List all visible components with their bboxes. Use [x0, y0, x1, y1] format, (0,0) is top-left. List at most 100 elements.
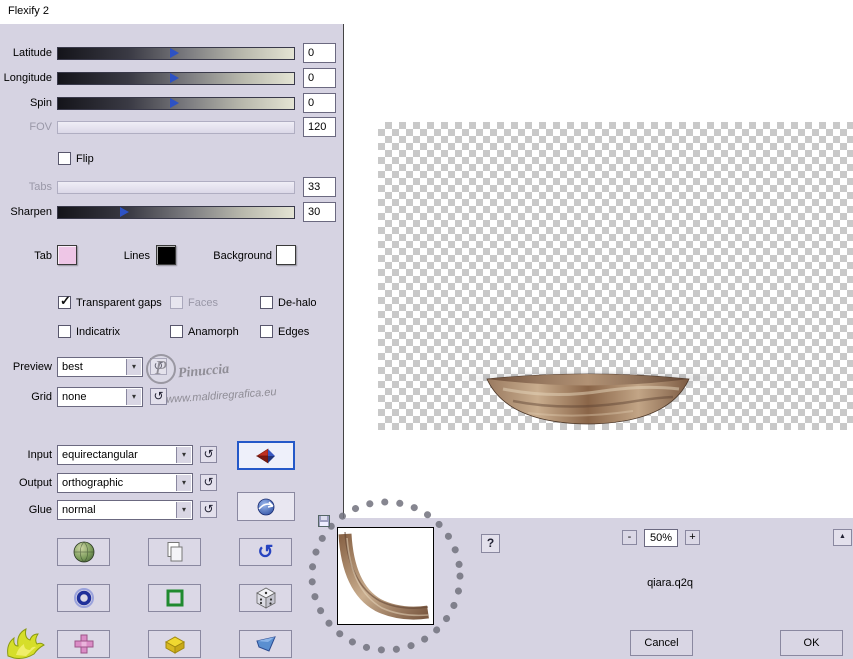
latitude-slider[interactable] — [57, 47, 295, 60]
sphere-swirl-icon — [257, 498, 275, 515]
spin-value[interactable]: 0 — [303, 93, 336, 113]
output-dropdown-label: Output — [18, 477, 52, 489]
window-title: Flexify 2 — [8, 5, 49, 17]
glue-shape-button[interactable] — [237, 492, 295, 521]
grid-dropdown-value: none — [62, 391, 87, 403]
anamorph-checkbox[interactable]: ✓ — [170, 325, 183, 338]
output-reset-button[interactable]: ↺ — [200, 474, 217, 491]
package-button[interactable] — [148, 630, 201, 658]
source-thumbnail[interactable] — [337, 527, 434, 625]
rendered-bowl-image — [486, 373, 690, 425]
grid-dropdown[interactable]: none ▾ — [57, 387, 143, 407]
sharpen-slider[interactable] — [57, 206, 295, 219]
sharpen-value[interactable]: 30 — [303, 202, 336, 222]
title-bar: Flexify 2 — [0, 0, 853, 24]
tab-color-swatch[interactable] — [57, 245, 77, 265]
longitude-slider[interactable] — [57, 72, 295, 85]
fov-value[interactable]: 120 — [303, 117, 336, 137]
longitude-value[interactable]: 0 — [303, 68, 336, 88]
chevron-down-icon[interactable]: ▾ — [176, 502, 191, 518]
transparent-gaps-label: Transparent gaps — [76, 297, 162, 309]
green-square-icon — [166, 589, 183, 607]
globe-icon — [73, 541, 94, 563]
puzzle-button[interactable] — [57, 630, 110, 658]
fov-slider — [57, 121, 295, 134]
frame-button[interactable] — [148, 584, 201, 612]
flame-icon — [7, 628, 45, 659]
indicatrix-checkbox[interactable]: ✓ — [58, 325, 71, 338]
minus-icon: - — [627, 531, 632, 543]
edges-checkbox[interactable]: ✓ — [260, 325, 273, 338]
latitude-value[interactable]: 0 — [303, 43, 336, 63]
undo-icon: ↺ — [203, 447, 214, 461]
input-dropdown-label: Input — [27, 449, 52, 461]
undo-arrow-icon: ↺ — [257, 541, 274, 563]
input-dropdown[interactable]: equirectangular ▾ — [57, 445, 193, 465]
copy-button[interactable] — [148, 538, 201, 566]
blue-gem-icon — [255, 636, 276, 652]
grid-dropdown-label: Grid — [31, 391, 52, 403]
chevron-down-icon[interactable]: ▾ — [176, 475, 191, 491]
check-icon: ✓ — [60, 293, 71, 308]
tabs-value[interactable]: 33 — [303, 177, 336, 197]
faces-checkbox — [170, 296, 183, 309]
undo-button[interactable]: ↺ — [239, 538, 292, 566]
preview-dropdown[interactable]: best ▾ — [57, 357, 143, 377]
preview-canvas — [343, 24, 853, 518]
tabs-label: Tabs — [28, 181, 52, 193]
gem-button[interactable] — [239, 630, 292, 658]
help-button[interactable]: ? — [481, 534, 500, 553]
undo-icon: ↺ — [153, 389, 164, 403]
slider-thumb[interactable] — [169, 73, 179, 83]
glue-dropdown[interactable]: normal ▾ — [57, 500, 193, 520]
grid-reset-button[interactable]: ↺ — [150, 388, 167, 405]
chevron-down-icon[interactable]: ▾ — [126, 389, 141, 405]
slider-thumb[interactable] — [169, 98, 179, 108]
cancel-button[interactable]: Cancel — [630, 630, 693, 656]
yellow-box-icon — [164, 636, 185, 654]
preview-dropdown-value: best — [62, 361, 83, 373]
output-dropdown[interactable]: orthographic ▾ — [57, 473, 193, 493]
thumbnail-crescent-image — [338, 531, 429, 620]
background-color-swatch[interactable] — [276, 245, 296, 265]
input-reset-button[interactable]: ↺ — [200, 446, 217, 463]
tab-swatch-label: Tab — [34, 250, 52, 262]
flip-checkbox[interactable]: ✓ — [58, 152, 71, 165]
zoom-out-button[interactable]: - — [622, 530, 637, 545]
sharpen-label: Sharpen — [10, 206, 52, 218]
dice-icon — [255, 587, 276, 609]
faces-label: Faces — [188, 297, 218, 309]
ok-button[interactable]: OK — [780, 630, 843, 656]
lens-button[interactable] — [57, 584, 110, 612]
spin-slider[interactable] — [57, 97, 295, 110]
transparent-gaps-checkbox[interactable]: ✓ — [58, 293, 71, 309]
chevron-down-icon[interactable]: ▾ — [126, 359, 141, 375]
globe-button[interactable] — [57, 538, 110, 566]
scroll-up-button[interactable]: ▲ — [833, 529, 852, 546]
plus-icon: + — [689, 531, 696, 543]
zoom-level[interactable]: 50% — [644, 529, 678, 547]
edges-label: Edges — [278, 326, 310, 338]
de-halo-label: De-halo — [278, 297, 317, 309]
pink-cross-icon — [74, 634, 93, 654]
chevron-down-icon[interactable]: ▾ — [176, 447, 191, 463]
slider-thumb[interactable] — [169, 48, 179, 58]
lines-color-swatch[interactable] — [156, 245, 176, 265]
save-icon[interactable] — [318, 515, 330, 527]
longitude-label: Longitude — [3, 72, 52, 84]
input-shape-button[interactable] — [237, 441, 295, 470]
question-icon: ? — [486, 536, 495, 550]
slider-thumb[interactable] — [120, 207, 130, 217]
fov-label: FOV — [29, 121, 52, 133]
preset-filename: qiara.q2q — [647, 577, 693, 589]
lens-ring-icon — [73, 588, 94, 608]
zoom-in-button[interactable]: + — [685, 530, 700, 545]
de-halo-checkbox[interactable]: ✓ — [260, 296, 273, 309]
random-button[interactable] — [239, 584, 292, 612]
glue-reset-button[interactable]: ↺ — [200, 501, 217, 518]
glue-dropdown-value: normal — [62, 504, 96, 516]
preview-dropdown-label: Preview — [12, 361, 52, 373]
latitude-label: Latitude — [12, 47, 52, 59]
watermark-name: Pinuccia — [177, 361, 230, 382]
spin-label: Spin — [29, 97, 52, 109]
